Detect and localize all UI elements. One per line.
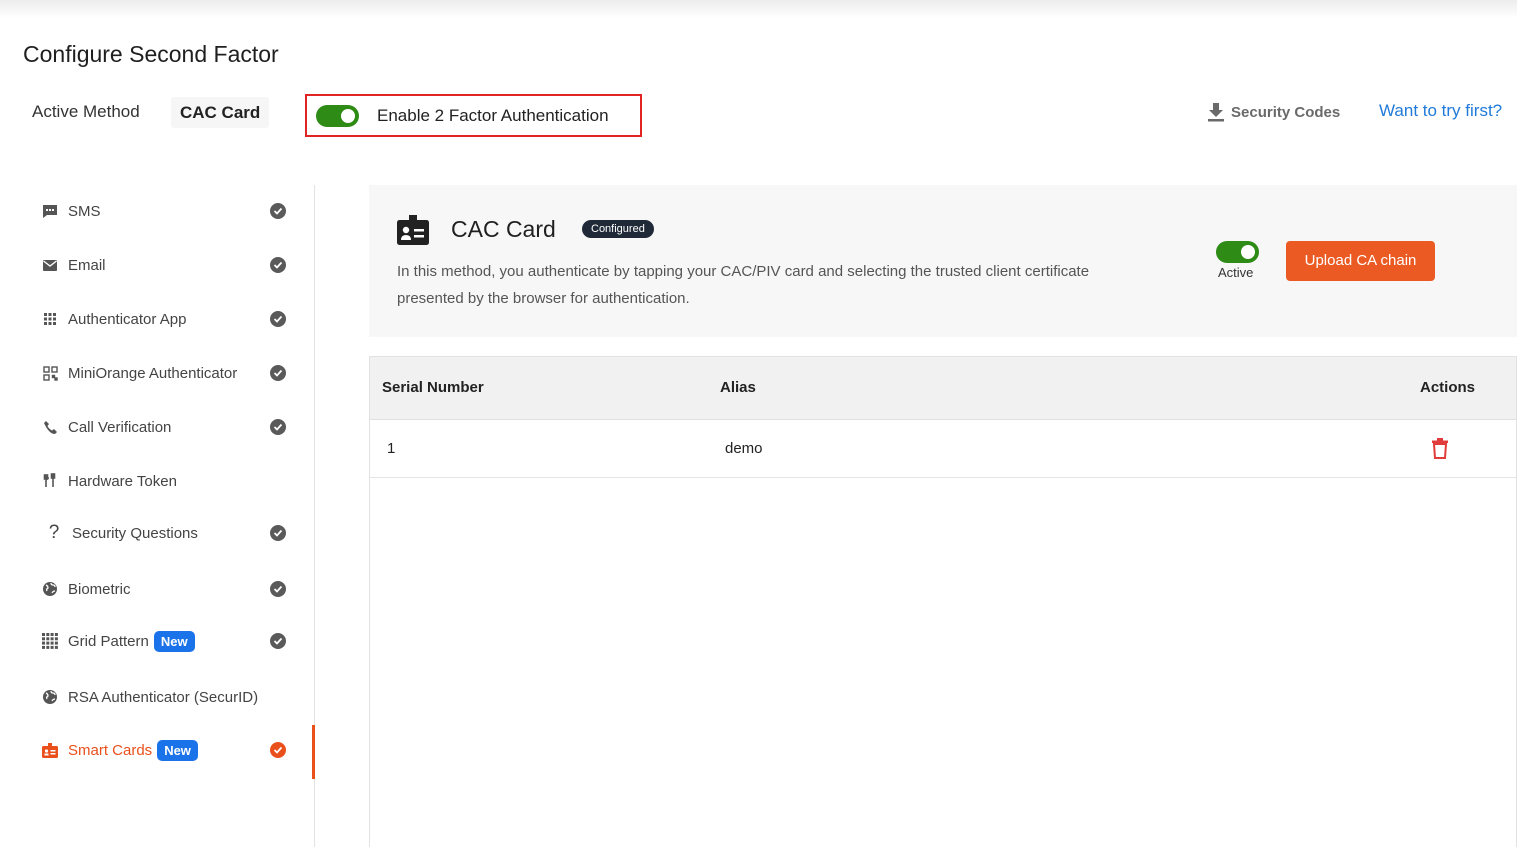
security-codes-button[interactable]: Security Codes [1206,101,1340,123]
usb-icon [40,472,60,490]
download-icon [1208,103,1224,122]
sidebar-item-sms[interactable]: SMS [40,196,290,226]
app-grid-icon [40,310,60,328]
toggle-knob [1241,245,1255,259]
enable-2fa-highlight: Enable 2 Factor Authentication [305,94,642,137]
sidebar-item-label: Call Verification [68,418,172,436]
sms-icon [40,202,60,220]
qr-icon [40,364,60,382]
sidebar-item-label: RSA Authenticator (SecurID) [68,688,259,706]
try-first-link[interactable]: Want to try first? [1379,101,1502,121]
column-header-actions: Actions [1420,379,1476,396]
sidebar-item-rsa-authenticator[interactable]: RSA Authenticator (SecurID) [40,682,290,712]
check-circle-icon [270,742,286,758]
check-circle-icon [270,203,286,219]
check-circle-icon [270,257,286,273]
sidebar-item-label: Authenticator App [68,310,187,328]
active-indicator [312,725,315,779]
method-sidebar: SMS Email Authenticator App MiniOrange A… [0,185,315,847]
globe-icon [40,688,60,706]
active-method-value: CAC Card [171,97,270,128]
check-circle-icon [270,311,286,327]
sidebar-item-security-questions[interactable]: ? Security Questions [40,518,290,548]
sidebar-item-hardware-token[interactable]: Hardware Token [40,466,290,496]
sidebar-item-authenticator-app[interactable]: Authenticator App [40,304,290,334]
email-icon [40,256,60,274]
certificates-table: Serial Number Alias Actions 1 demo [369,356,1517,847]
method-card: CAC Card Configured In this method, you … [369,185,1517,337]
column-header-alias: Alias [720,379,756,396]
method-active-label: Active [1218,265,1254,280]
security-codes-label: Security Codes [1231,103,1341,121]
sidebar-item-label: Grid Pattern [68,632,149,650]
check-circle-icon [270,581,286,597]
sidebar-item-label: SMS [68,202,101,220]
enable-2fa-label: Enable 2 Factor Authentication [377,105,609,125]
check-circle-icon [270,365,286,381]
page-title: Configure Second Factor [23,41,279,67]
sidebar-item-biometric[interactable]: Biometric [40,574,290,604]
sidebar-item-label: Security Questions [72,524,198,542]
check-circle-icon [270,633,286,649]
sidebar-item-smart-cards[interactable]: Smart Cards New [40,735,290,765]
question-icon: ? [48,522,60,543]
toggle-knob [341,108,355,123]
table-row: 1 demo [370,420,1516,478]
status-badge: Configured [582,220,654,238]
active-method-label: Active Method [32,102,140,121]
sidebar-item-grid-pattern[interactable]: Grid Pattern New [40,626,290,656]
sidebar-item-label: Smart Cards [68,741,153,759]
id-card-icon [397,215,429,245]
column-header-serial: Serial Number [382,379,484,396]
upload-ca-chain-button[interactable]: Upload CA chain [1286,241,1435,281]
method-description: In this method, you authenticate by tapp… [397,263,1090,307]
method-title: CAC Card [451,216,556,242]
serial-cell: 1 [387,440,396,457]
sidebar-item-label: MiniOrange Authenticator [68,364,238,382]
phone-icon [40,418,60,436]
sidebar-item-label: Hardware Token [68,472,177,490]
new-badge: New [157,739,198,761]
grid-icon [40,632,60,650]
new-badge: New [153,630,195,652]
sidebar-item-miniorange-authenticator[interactable]: MiniOrange Authenticator [40,358,290,388]
method-active-toggle[interactable] [1216,241,1259,263]
alias-cell: demo [725,440,763,457]
top-shade [0,0,1517,18]
table-header: Serial Number Alias Actions [370,357,1516,420]
trash-icon[interactable] [1431,437,1449,459]
check-circle-icon [270,525,286,541]
sidebar-item-label: Email [68,256,106,274]
check-circle-icon [270,419,286,435]
sidebar-item-email[interactable]: Email [40,250,290,280]
sidebar-item-call-verification[interactable]: Call Verification [40,412,290,442]
globe-icon [40,580,60,598]
enable-2fa-toggle[interactable] [316,104,359,127]
sidebar-item-label: Biometric [68,580,131,598]
id-card-icon [40,741,60,759]
